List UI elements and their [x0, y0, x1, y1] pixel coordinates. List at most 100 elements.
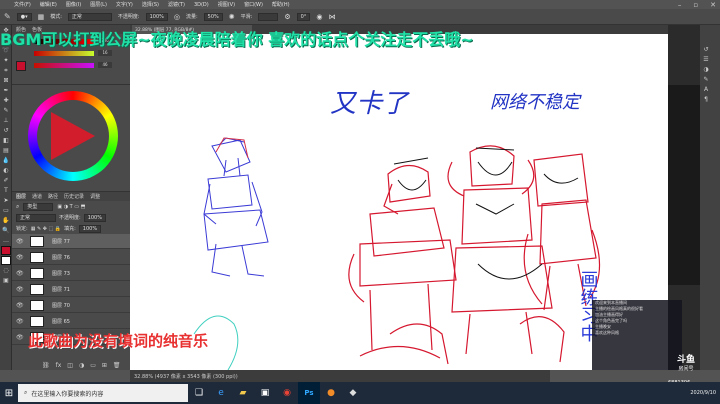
layer-name[interactable]: 图层 77	[52, 238, 70, 245]
menu-view[interactable]: 视图(V)	[218, 1, 235, 8]
layer-name[interactable]: 图层 70	[52, 302, 70, 309]
menu-filter[interactable]: 滤镜(T)	[168, 1, 185, 8]
tab-adjustments[interactable]: 调整	[90, 193, 100, 200]
dodge-tool-icon[interactable]: ◐	[1, 166, 11, 175]
more-tools-icon[interactable]: …	[1, 236, 11, 245]
menu-edit[interactable]: 编辑(E)	[40, 1, 57, 8]
menu-layer[interactable]: 图层(L)	[90, 1, 107, 8]
blur-tool-icon[interactable]: 💧	[1, 156, 11, 165]
green-value[interactable]: 16	[98, 50, 112, 56]
filter-icons[interactable]: ▣ ◑ T ▭ ⬒	[57, 204, 85, 210]
tab-history[interactable]: 历史记录	[64, 193, 84, 200]
color-triangle[interactable]	[51, 112, 95, 160]
crop-tool-icon[interactable]: ⌗	[1, 66, 11, 75]
visibility-eye-icon[interactable]: 👁	[16, 286, 24, 293]
settings-gear-icon[interactable]: ⚙	[284, 13, 290, 21]
type-tool-icon[interactable]: T	[1, 186, 11, 195]
gradient-tool-icon[interactable]: ▤	[1, 146, 11, 155]
pen-tool-icon[interactable]: ✐	[1, 176, 11, 185]
visibility-eye-icon[interactable]: 👁	[16, 302, 24, 309]
tab-channels[interactable]: 通道	[32, 193, 42, 200]
path-select-tool-icon[interactable]: ➤	[1, 196, 11, 205]
layer-row[interactable]: 👁 图层 76	[12, 250, 130, 265]
panel-char-icon[interactable]: A	[701, 85, 711, 94]
eyedropper-tool-icon[interactable]: ✒	[1, 86, 11, 95]
lock-icons[interactable]: ▦ ✎ ✥ ⬚ 🔒	[31, 226, 61, 232]
airbrush-icon[interactable]: ✺	[229, 13, 235, 21]
healing-tool-icon[interactable]: ✚	[1, 96, 11, 105]
menu-image[interactable]: 图像(I)	[66, 1, 81, 8]
layer-name[interactable]: 图层 76	[52, 254, 70, 261]
stamp-tool-icon[interactable]: ⊥	[1, 116, 11, 125]
pressure-size-icon[interactable]: ◉	[316, 13, 322, 21]
minimize-icon[interactable]: –	[678, 1, 682, 9]
layer-kind-select[interactable]: 类型	[23, 202, 54, 211]
layer-row[interactable]: 👁 图层 71	[12, 282, 130, 297]
app-icon[interactable]: ◆	[342, 382, 364, 404]
background-color-swatch[interactable]	[1, 256, 11, 265]
layer-name[interactable]: 图层 65	[52, 318, 70, 325]
task-view-icon[interactable]: ❑	[188, 382, 210, 404]
adjustment-layer-icon[interactable]: ◑	[79, 362, 84, 369]
visibility-eye-icon[interactable]: 👁	[16, 270, 24, 277]
folder-icon[interactable]: ▰	[232, 382, 254, 404]
taskbar-search[interactable]: ⌕ 在这里输入你要搜索的内容	[18, 384, 188, 402]
panel-adjust-icon[interactable]: ◑	[701, 65, 711, 74]
brush-panel-icon[interactable]: ▦	[38, 13, 45, 21]
layer-name[interactable]: 图层 71	[52, 286, 70, 293]
menu-help[interactable]: 帮助(H)	[272, 1, 290, 8]
mask-icon[interactable]: ◫	[67, 362, 73, 369]
history-brush-tool-icon[interactable]: ↺	[1, 126, 11, 135]
panel-history-icon[interactable]: ↺	[701, 45, 711, 54]
opacity-input[interactable]: 100%	[145, 12, 168, 21]
screen-mode-icon[interactable]: ▣	[1, 276, 11, 285]
store-icon[interactable]: ▣	[254, 382, 276, 404]
close-icon[interactable]: ✕	[710, 1, 716, 9]
flow-input[interactable]: 50%	[203, 12, 223, 21]
mode-select[interactable]: 正常	[67, 12, 112, 21]
visibility-eye-icon[interactable]: 👁	[16, 238, 24, 245]
tab-paths[interactable]: 路径	[48, 193, 58, 200]
fx-icon[interactable]: fx	[56, 362, 62, 369]
brush-tool-icon[interactable]: ✎	[4, 12, 11, 21]
panel-properties-icon[interactable]: ☰	[701, 55, 711, 64]
panel-paragraph-icon[interactable]: ¶	[701, 95, 711, 104]
quick-select-tool-icon[interactable]: ✦	[1, 56, 11, 65]
photoshop-icon[interactable]: Ps	[298, 382, 320, 404]
fill-input[interactable]: 100%	[78, 224, 102, 233]
blue-slider[interactable]	[34, 63, 94, 68]
hand-tool-icon[interactable]: ✋	[1, 216, 11, 225]
visibility-eye-icon[interactable]: 👁	[16, 254, 24, 261]
tray-date[interactable]: 2020/9/10	[690, 390, 716, 396]
brush-size-preset[interactable]: ●▾	[16, 12, 32, 21]
panel-brush-icon[interactable]: ✎	[701, 75, 711, 84]
eraser-tool-icon[interactable]: ◧	[1, 136, 11, 145]
quick-mask-icon[interactable]: ◌	[1, 266, 11, 275]
layer-row[interactable]: 👁 图层 65	[12, 314, 130, 329]
color-wheel[interactable]	[28, 91, 118, 181]
frame-tool-icon[interactable]: ⊠	[1, 76, 11, 85]
symmetry-icon[interactable]: ⋈	[328, 13, 335, 21]
tab-layers[interactable]: 图层	[16, 193, 26, 200]
edge-icon[interactable]: e	[210, 382, 232, 404]
blue-value[interactable]: 46	[98, 62, 112, 68]
menu-window[interactable]: 窗口(W)	[244, 1, 263, 8]
menu-select[interactable]: 选择(S)	[142, 1, 159, 8]
menu-type[interactable]: 文字(Y)	[116, 1, 133, 8]
menu-3d[interactable]: 3D(D)	[194, 2, 209, 8]
zoom-tool-icon[interactable]: 🔍	[1, 226, 11, 235]
windows-start-icon[interactable]: ⊞	[0, 382, 18, 404]
green-slider[interactable]	[34, 51, 94, 56]
layer-row[interactable]: 👁 图层 77	[12, 234, 130, 249]
shape-tool-icon[interactable]: ▭	[1, 206, 11, 215]
delete-layer-icon[interactable]: 🗑	[113, 362, 121, 369]
menu-file[interactable]: 文件(F)	[14, 1, 31, 8]
foreground-swatch[interactable]	[16, 61, 26, 71]
blend-mode-select[interactable]: 正常	[16, 213, 56, 222]
drawing-canvas[interactable]: 又卡了 网络不稳定 画练习中	[130, 34, 668, 370]
layer-name[interactable]: 图层 73	[52, 270, 70, 277]
group-icon[interactable]: ▭	[90, 362, 96, 369]
link-layers-icon[interactable]: ⛓	[42, 362, 50, 369]
smoothing-input[interactable]	[258, 12, 279, 21]
chrome-icon[interactable]: ◉	[276, 382, 298, 404]
